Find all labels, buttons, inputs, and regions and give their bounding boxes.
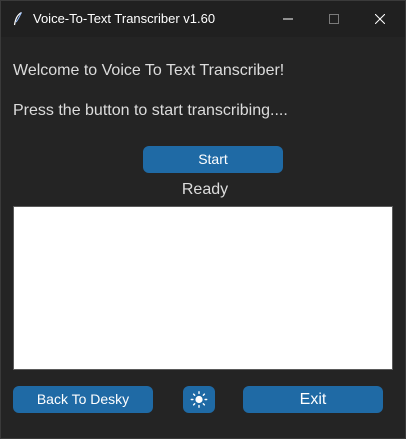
- instruction-label: Press the button to start transcribing..…: [13, 102, 288, 119]
- window-title: Voice-To-Text Transcriber v1.60: [33, 11, 216, 26]
- feather-app-icon: [13, 11, 23, 26]
- maximize-button[interactable]: [311, 1, 357, 37]
- sun-icon: [190, 391, 208, 408]
- minimize-icon: [283, 18, 293, 20]
- close-icon: [375, 14, 385, 24]
- minimize-button[interactable]: [265, 1, 311, 37]
- app-window: Voice-To-Text Transcriber v1.60 Welcome …: [0, 0, 406, 439]
- theme-toggle-button[interactable]: [183, 386, 215, 413]
- welcome-label: Welcome to Voice To Text Transcriber!: [13, 62, 285, 79]
- transcript-textbox[interactable]: [13, 206, 393, 370]
- back-to-desky-button[interactable]: Back To Desky: [13, 386, 153, 413]
- maximize-icon: [329, 14, 339, 24]
- title-bar[interactable]: Voice-To-Text Transcriber v1.60: [1, 1, 405, 37]
- start-button[interactable]: Start: [143, 146, 283, 173]
- status-label: Ready: [181, 181, 229, 198]
- exit-button[interactable]: Exit: [243, 386, 383, 413]
- close-button[interactable]: [357, 1, 403, 37]
